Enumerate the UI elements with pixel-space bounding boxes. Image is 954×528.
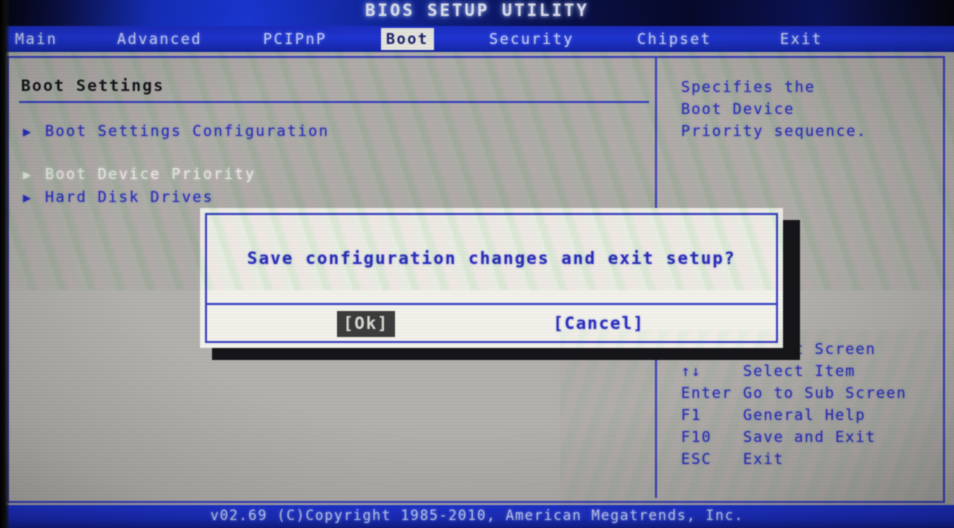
footer-bar: v02.69 (C)Copyright 1985-2010, American … (0, 505, 954, 528)
legend-key: F10 (681, 428, 712, 446)
legend-row-f1: F1 General Help (681, 404, 951, 426)
legend-row-f10: F10 Save and Exit (681, 426, 951, 448)
chevron-right-icon: ▶ (23, 191, 33, 206)
section-title: Boot Settings (21, 76, 165, 95)
legend-key: ESC (681, 450, 712, 468)
tab-chipset[interactable]: Chipset (632, 28, 716, 50)
menu-item-label: Hard Disk Drives (45, 188, 214, 206)
menu-bar: Main Advanced PCIPnP Boot Security Chips… (0, 26, 954, 52)
menu-item-boot-device-priority[interactable]: ▶ Boot Device Priority (23, 163, 256, 185)
menu-item-label: Boot Settings Configuration (45, 122, 330, 140)
chevron-right-icon: ▶ (23, 125, 33, 140)
legend-key: F1 (681, 406, 702, 424)
help-line: Priority sequence. (681, 122, 867, 140)
help-line: Boot Device (681, 100, 795, 118)
ok-button[interactable]: [Ok] (337, 311, 395, 337)
legend-row-enter: Enter Go to Sub Screen (681, 382, 951, 404)
menu-item-hard-disk-drives[interactable]: ▶ Hard Disk Drives (23, 186, 214, 208)
legend-action: General Help (743, 406, 866, 424)
tab-exit[interactable]: Exit (775, 28, 828, 50)
menu-item-boot-settings-configuration[interactable]: ▶ Boot Settings Configuration (23, 120, 329, 142)
legend-action: Select Item (743, 362, 856, 380)
tab-security[interactable]: Security (484, 28, 579, 50)
legend-row-esc: ESC Exit (681, 448, 951, 470)
bios-screen: BIOS SETUP UTILITY Main Advanced PCIPnP … (0, 0, 954, 528)
tab-boot[interactable]: Boot (381, 28, 434, 50)
help-text: Specifies the Boot Device Priority seque… (681, 76, 943, 142)
bios-photo: BIOS SETUP UTILITY Main Advanced PCIPnP … (0, 0, 954, 528)
cancel-button[interactable]: [Cancel] (547, 311, 650, 337)
chevron-right-icon: ▶ (23, 168, 33, 183)
legend-key: ↑↓ (681, 362, 702, 380)
dialog-inner-frame: Save configuration changes and exit setu… (205, 213, 778, 343)
section-divider (19, 101, 649, 103)
title-bar: BIOS SETUP UTILITY (0, 0, 954, 26)
legend-row-select-item: ↑↓ Select Item (681, 360, 951, 382)
tab-pcipnp[interactable]: PCIPnP (258, 28, 332, 50)
tab-main[interactable]: Main (10, 28, 63, 50)
menu-item-label: Boot Device Priority (45, 165, 256, 183)
dialog-buttons: [Ok] [Cancel] (207, 305, 776, 343)
legend-action: Save and Exit (743, 428, 876, 446)
legend-action: Exit (743, 450, 784, 468)
page-title: BIOS SETUP UTILITY (365, 1, 589, 21)
legend-key: Enter (681, 384, 733, 402)
tab-advanced[interactable]: Advanced (112, 28, 207, 50)
legend-action: Go to Sub Screen (743, 384, 907, 402)
save-confirm-dialog: Save configuration changes and exit setu… (200, 208, 783, 348)
help-line: Specifies the (681, 78, 816, 96)
copyright-text: v02.69 (C)Copyright 1985-2010, American … (210, 508, 744, 524)
dialog-message: Save configuration changes and exit setu… (247, 249, 736, 269)
